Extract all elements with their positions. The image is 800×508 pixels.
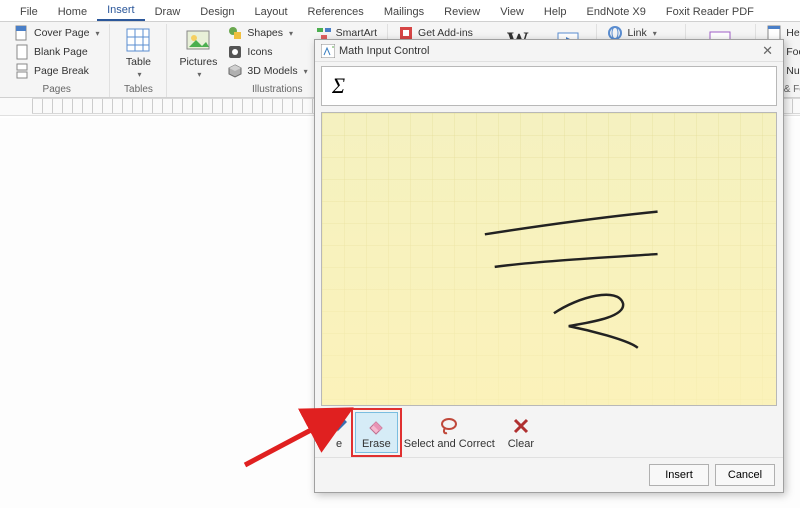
shapes-button[interactable]: Shapes xyxy=(223,24,311,42)
erase-label: Erase xyxy=(362,438,391,450)
tab-view[interactable]: View xyxy=(490,3,534,21)
icons-button[interactable]: Icons xyxy=(223,43,311,61)
group-tables-label: Tables xyxy=(124,83,153,97)
pictures-icon xyxy=(184,26,212,54)
lasso-icon xyxy=(439,416,459,436)
footer-label: Footer xyxy=(786,46,800,58)
tab-design[interactable]: Design xyxy=(190,3,244,21)
select-correct-tool[interactable]: Select and Correct xyxy=(398,413,501,452)
blank-page-button[interactable]: Blank Page xyxy=(10,43,103,61)
cover-page-icon xyxy=(14,25,30,41)
blank-page-label: Blank Page xyxy=(34,46,88,58)
page-break-icon xyxy=(14,63,30,79)
tab-home[interactable]: Home xyxy=(48,3,97,21)
pictures-label: Pictures xyxy=(179,56,217,68)
3d-models-icon xyxy=(227,63,243,79)
write-tool[interactable]: e xyxy=(323,413,355,452)
tab-file[interactable]: File xyxy=(10,3,48,21)
select-correct-label: Select and Correct xyxy=(404,438,495,450)
clear-tool[interactable]: Clear xyxy=(501,413,541,452)
eraser-icon xyxy=(366,416,386,436)
ink-strokes xyxy=(322,113,776,405)
icons-label: Icons xyxy=(247,46,272,58)
group-pages: Cover Page Blank Page Page Break Pages xyxy=(4,24,110,97)
math-input-dialog: Math Input Control ✕ Σ e Erase Select an… xyxy=(314,39,784,493)
link-label: Link xyxy=(627,27,646,39)
page-break-label: Page Break xyxy=(34,65,89,77)
group-headerfooter-label: & Foot xyxy=(784,83,800,97)
clear-label: Clear xyxy=(508,438,534,450)
dialog-buttons: Insert Cancel xyxy=(315,457,783,492)
page-number-label: Numbe xyxy=(786,65,800,77)
tab-insert[interactable]: Insert xyxy=(97,1,145,21)
page-break-button[interactable]: Page Break xyxy=(10,62,103,80)
smartart-label: SmartArt xyxy=(336,27,377,39)
group-illustrations-label: Illustrations xyxy=(252,83,303,97)
tab-endnote[interactable]: EndNote X9 xyxy=(577,3,656,21)
tab-review[interactable]: Review xyxy=(434,3,490,21)
insert-button[interactable]: Insert xyxy=(649,464,709,486)
tab-layout[interactable]: Layout xyxy=(245,3,298,21)
clear-icon xyxy=(511,416,531,436)
erase-tool[interactable]: Erase xyxy=(355,412,398,453)
shapes-icon xyxy=(227,25,243,41)
header-label: Header xyxy=(786,27,800,39)
tab-mailings[interactable]: Mailings xyxy=(374,3,434,21)
tab-help[interactable]: Help xyxy=(534,3,577,21)
group-tables: Table Tables xyxy=(110,24,167,97)
menu-bar: File Home Insert Draw Design Layout Refe… xyxy=(0,0,800,22)
3d-models-button[interactable]: 3D Models xyxy=(223,62,311,80)
shapes-label: Shapes xyxy=(247,27,283,39)
group-pages-label: Pages xyxy=(43,83,71,97)
write-label: e xyxy=(336,438,342,450)
tab-draw[interactable]: Draw xyxy=(145,3,191,21)
blank-page-icon xyxy=(14,44,30,60)
dialog-titlebar[interactable]: Math Input Control ✕ xyxy=(315,40,783,62)
table-icon xyxy=(124,26,152,54)
math-expression: Σ xyxy=(332,73,345,99)
math-input-app-icon xyxy=(321,44,335,58)
dialog-title-text: Math Input Control xyxy=(339,45,430,57)
icons-icon xyxy=(227,44,243,60)
get-addins-label: Get Add-ins xyxy=(418,27,473,39)
cover-page-button[interactable]: Cover Page xyxy=(10,24,103,42)
cover-page-label: Cover Page xyxy=(34,27,89,39)
math-recognition-display: Σ xyxy=(321,66,777,106)
tab-foxit[interactable]: Foxit Reader PDF xyxy=(656,3,764,21)
math-ink-canvas[interactable] xyxy=(321,112,777,406)
pictures-button[interactable]: Pictures xyxy=(173,24,223,81)
table-button[interactable]: Table xyxy=(116,24,160,81)
table-label: Table xyxy=(126,56,151,68)
close-button[interactable]: ✕ xyxy=(758,43,777,59)
cancel-button[interactable]: Cancel xyxy=(715,464,775,486)
3d-models-label: 3D Models xyxy=(247,65,297,77)
math-tools: e Erase Select and Correct Clear xyxy=(315,408,783,457)
pen-icon xyxy=(329,416,349,436)
tab-references[interactable]: References xyxy=(298,3,374,21)
